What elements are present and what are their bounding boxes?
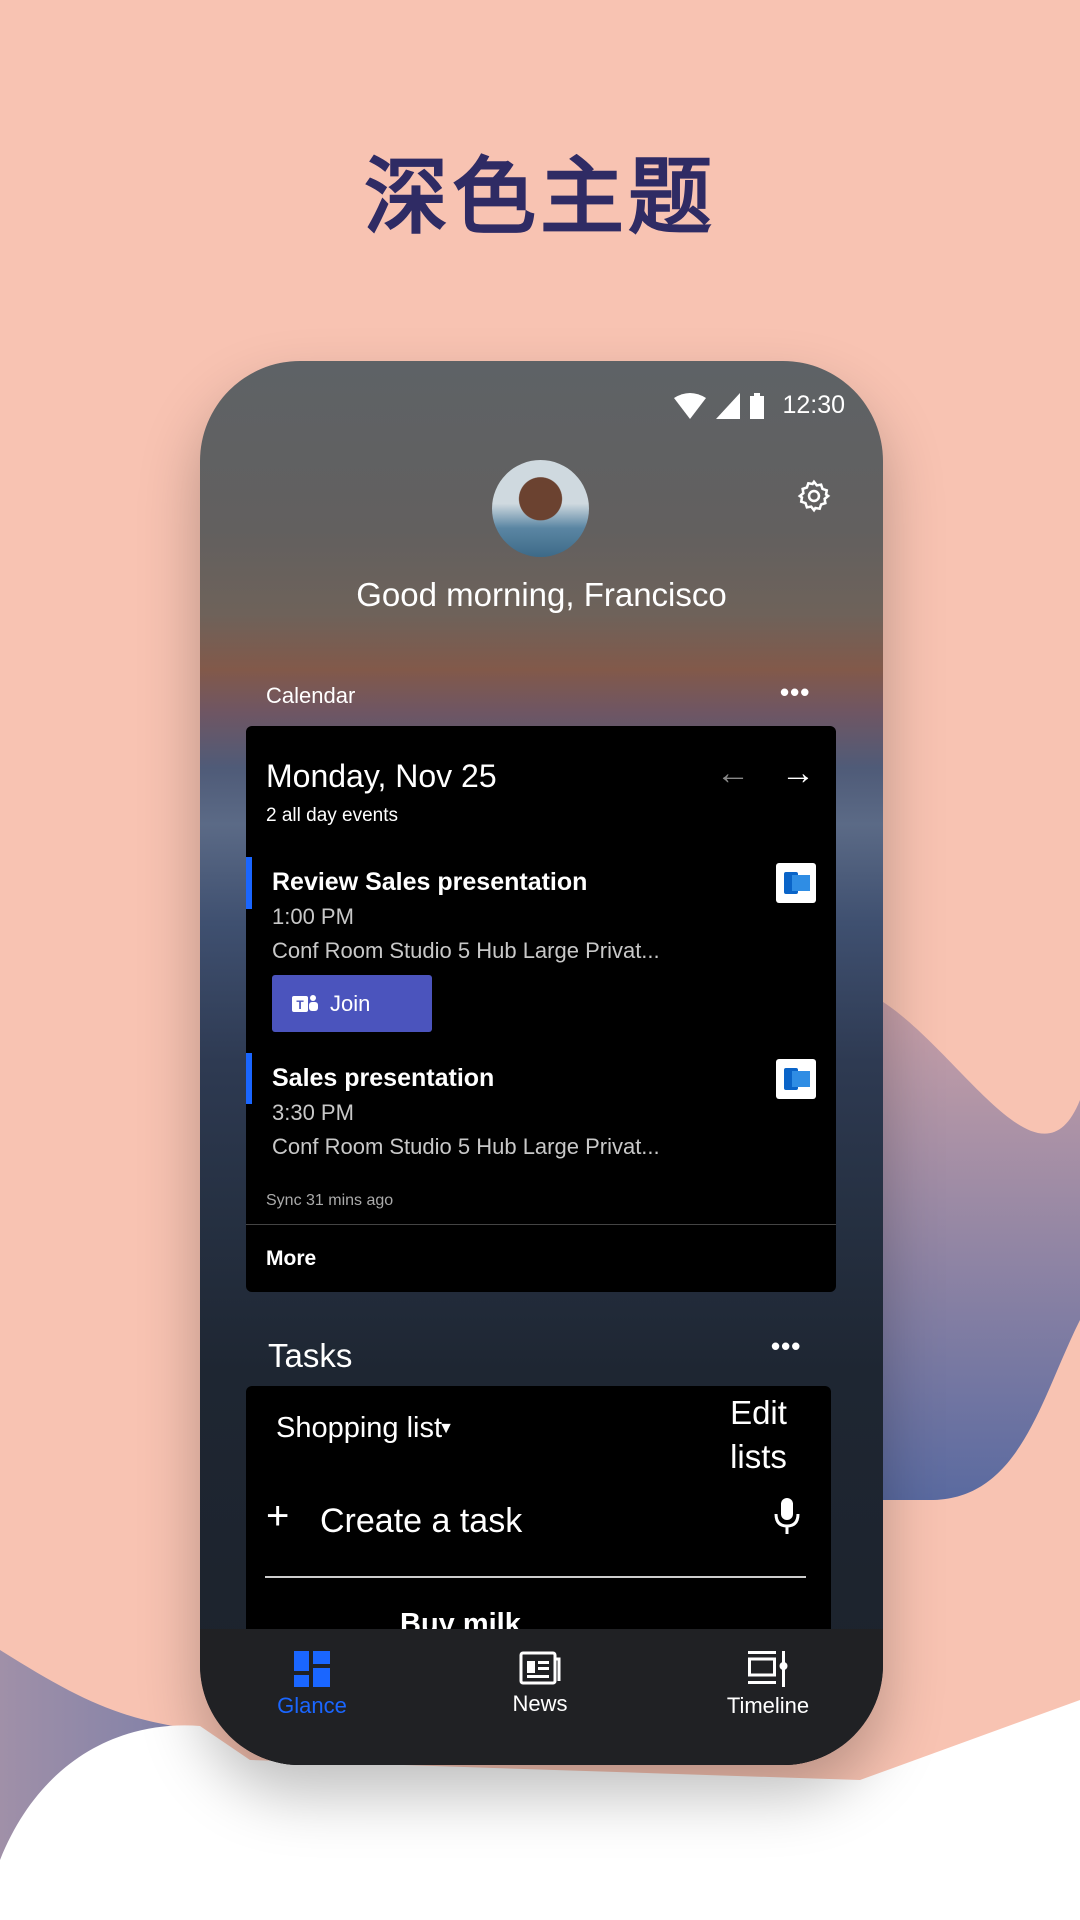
event-time: 3:30 PM (272, 1100, 354, 1125)
news-icon (519, 1651, 561, 1685)
greeting: Good morning, Francisco (356, 576, 727, 613)
tasks-label: Tasks (268, 1337, 353, 1374)
event-time: 1:00 PM (272, 904, 354, 929)
edit-lists-line: Edit (730, 1394, 787, 1431)
edit-lists-line: lists (730, 1438, 787, 1475)
arrow-left-icon[interactable]: ← (716, 754, 750, 793)
event-title: Sales presentation (272, 1064, 495, 1092)
gear-icon[interactable] (797, 479, 831, 513)
event-title: Review Sales presentation (272, 868, 588, 896)
nav-timeline[interactable]: Timeline (688, 1651, 848, 1719)
plus-icon[interactable]: + (266, 1494, 289, 1539)
timeline-icon (748, 1651, 788, 1687)
status-time: 12:30 (782, 391, 845, 419)
phone-screen: 12:30 Good morning, Francisco Calendar •… (200, 361, 883, 1765)
divider (246, 1224, 836, 1225)
glance-icon (294, 1651, 330, 1687)
event-location: Conf Room Studio 5 Hub Large Privat... (272, 1134, 660, 1159)
bottom-nav: Glance News Timeline (200, 1629, 883, 1765)
join-button[interactable]: T Join (272, 975, 432, 1032)
event-location: Conf Room Studio 5 Hub Large Privat... (272, 938, 660, 963)
wifi-icon (674, 392, 707, 419)
event-color-bar (246, 1053, 252, 1104)
calendar-card: Monday, Nov 25 2 all day events ← → Revi… (246, 726, 836, 1292)
signal-icon (716, 392, 741, 419)
list-name: Shopping list (276, 1412, 443, 1444)
divider (265, 1576, 806, 1578)
tasks-more-icon[interactable]: ••• (771, 1331, 801, 1362)
microphone-icon[interactable] (774, 1498, 800, 1534)
dropdown-icon: ▼ (438, 1419, 454, 1437)
sync-status: Sync 31 mins ago (266, 1192, 394, 1209)
outlook-icon (776, 1059, 816, 1099)
nav-news[interactable]: News (460, 1651, 620, 1717)
calendar-more-icon[interactable]: ••• (780, 677, 810, 708)
join-label: Join (330, 990, 371, 1016)
event-color-bar (246, 857, 252, 909)
status-bar: 12:30 (674, 391, 845, 420)
avatar[interactable] (492, 460, 589, 557)
nav-label: Timeline (726, 1693, 810, 1718)
battery-icon (750, 392, 765, 419)
teams-icon: T (292, 994, 318, 1012)
svg-text:T: T (296, 998, 304, 1012)
outlook-icon (776, 863, 816, 903)
all-day-events[interactable]: 2 all day events (266, 805, 398, 827)
headline: 深色主题 (363, 148, 716, 246)
nav-label: News (512, 1691, 568, 1716)
edit-lists-button[interactable]: Edit lists (706, 1391, 811, 1479)
arrow-right-icon[interactable]: → (781, 754, 815, 793)
more-link[interactable]: More (266, 1247, 316, 1271)
nav-label: Glance (277, 1693, 347, 1718)
nav-glance[interactable]: Glance (232, 1651, 392, 1719)
calendar-date: Monday, Nov 25 (266, 758, 497, 794)
list-selector[interactable]: Shopping list ▼ (276, 1412, 454, 1445)
create-task-input[interactable]: Create a task (320, 1502, 522, 1541)
calendar-label: Calendar (266, 683, 356, 708)
